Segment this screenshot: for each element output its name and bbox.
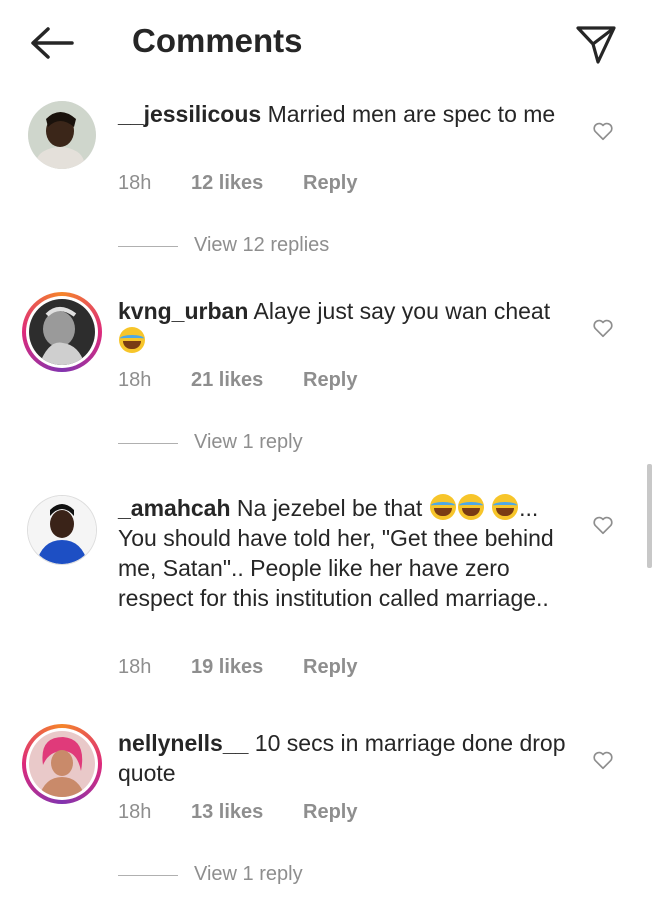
divider-line [118,875,178,876]
comment-likes[interactable]: 19 likes [191,656,263,679]
comment-time: 18h [118,656,152,678]
avatar-photo [29,299,95,365]
comment-time: 18h [118,801,152,823]
scrollbar[interactable] [647,464,652,568]
comment-time: 18h [118,172,152,194]
comment-body: Na jezebel be that [230,495,429,521]
avatar[interactable] [22,292,102,372]
reply-button[interactable]: Reply [303,369,357,392]
comment-text: nellynells__ 10 secs in marriage done dr… [118,728,573,788]
reply-button[interactable]: Reply [303,656,357,679]
heart-icon[interactable] [592,317,614,339]
comment-text: kvng_urban Alaye just say you wan cheat [118,296,573,356]
comment-username[interactable]: nellynells__ [118,730,248,756]
divider-line [118,246,178,247]
avatar[interactable] [28,496,96,564]
paper-plane-icon[interactable] [574,22,618,66]
comment-body: Married men are spec to me [261,101,556,127]
reply-button[interactable]: Reply [303,172,357,195]
view-replies-label: View 12 replies [194,234,330,256]
page-title: Comments [132,22,303,59]
view-replies-label: View 1 reply [194,863,303,885]
comment-username[interactable]: __jessilicous [118,101,261,127]
comment-likes[interactable]: 13 likes [191,801,263,824]
tears-of-joy-emoji-icon [119,327,145,353]
avatar-ring [26,296,98,368]
avatar-photo [28,101,96,169]
avatar[interactable] [28,101,96,169]
tears-of-joy-emoji-icon [457,494,484,520]
avatar[interactable] [22,724,102,804]
arrow-left-icon[interactable] [28,26,76,60]
header-bar: Comments [0,0,654,88]
reply-button[interactable]: Reply [303,801,357,824]
view-replies-label: View 1 reply [194,431,303,453]
avatar-photo [29,731,95,797]
avatar-photo [28,496,96,564]
comment-text: __jessilicous Married men are spec to me [118,99,573,129]
tears-of-joy-emoji-icon [492,494,519,520]
comment-time: 18h [118,369,152,391]
heart-icon[interactable] [592,514,614,536]
tears-of-joy-emoji-icon [429,494,456,520]
comment-likes[interactable]: 12 likes [191,172,263,195]
comment-username[interactable]: _amahcah [118,495,231,521]
heart-icon[interactable] [592,120,614,142]
comment-body: Alaye just say you wan cheat [248,298,551,324]
comment-text: _amahcah Na jezebel be that ... You shou… [118,493,573,613]
avatar-ring [26,728,98,800]
comment-username[interactable]: kvng_urban [118,298,248,324]
divider-line [118,443,178,444]
comment-likes[interactable]: 21 likes [191,369,263,392]
heart-icon[interactable] [592,749,614,771]
